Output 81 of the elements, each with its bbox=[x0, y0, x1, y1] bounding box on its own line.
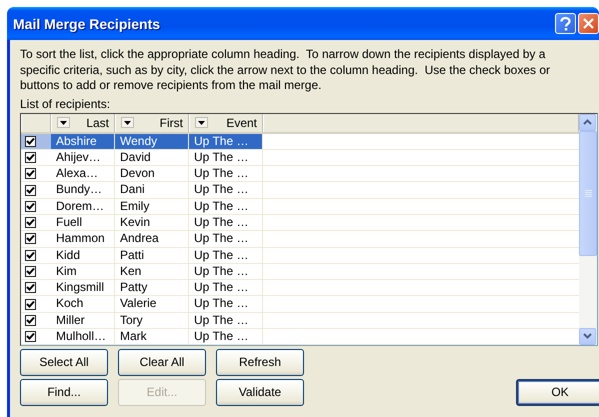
table-cell: Up The … bbox=[189, 231, 263, 247]
column-header[interactable]: First bbox=[115, 114, 189, 132]
column-header[interactable]: Event bbox=[189, 114, 263, 132]
table-cell: Up The … bbox=[189, 166, 263, 182]
filter-dropdown-button[interactable] bbox=[57, 117, 70, 128]
table-cell: David bbox=[115, 150, 189, 166]
checkbox[interactable] bbox=[25, 298, 36, 310]
table-cell: Up The … bbox=[189, 182, 263, 198]
table-cell: Up The … bbox=[189, 134, 263, 149]
window-title: Mail Merge Recipients bbox=[13, 16, 162, 32]
table-cell: Kim bbox=[51, 264, 115, 280]
table-cell: Up The … bbox=[189, 214, 263, 230]
table-cell: Kidd bbox=[51, 248, 115, 263]
caret-icon bbox=[124, 120, 131, 124]
close-button[interactable] bbox=[578, 13, 599, 34]
table-cell: Emily bbox=[115, 198, 189, 214]
table-cell: Bundy… bbox=[51, 182, 115, 198]
table-cell: Ahijev… bbox=[51, 150, 115, 166]
table-cell: Abshire bbox=[51, 134, 115, 149]
checkbox[interactable] bbox=[25, 152, 36, 163]
table-cell: Devon bbox=[115, 166, 189, 182]
checkbox[interactable] bbox=[25, 314, 36, 326]
column-header[interactable]: Last bbox=[51, 114, 115, 132]
table-cell: Up The … bbox=[189, 248, 263, 263]
dialog-button[interactable]: Refresh bbox=[216, 348, 304, 376]
table-cell: Up The … bbox=[189, 329, 263, 344]
table-cell: Mulholl… bbox=[51, 329, 115, 344]
dialog-button[interactable]: Clear All bbox=[118, 348, 206, 376]
checkbox[interactable] bbox=[25, 331, 36, 342]
table-cell: Dorem… bbox=[51, 198, 115, 214]
table-cell: Kingsmill bbox=[51, 280, 115, 296]
checkbox[interactable] bbox=[25, 217, 36, 228]
checkbox[interactable] bbox=[25, 282, 36, 294]
caret-icon bbox=[60, 120, 67, 124]
table-cell: Up The … bbox=[189, 280, 263, 296]
selected-row[interactable]: Abshire Wendy Up The … bbox=[21, 134, 579, 150]
close-icon bbox=[583, 18, 594, 29]
caret-icon bbox=[198, 120, 205, 124]
table-cell: Mark bbox=[115, 329, 189, 344]
ok-button[interactable]: OK bbox=[516, 378, 599, 406]
scrollbar-thumb[interactable] bbox=[579, 130, 597, 256]
checkbox[interactable] bbox=[25, 233, 36, 244]
dialog-button[interactable]: Validate bbox=[216, 378, 304, 406]
checkbox[interactable] bbox=[25, 250, 36, 261]
dialog-button[interactable]: Find... bbox=[20, 378, 108, 406]
list-label: List of recipients: bbox=[20, 96, 112, 110]
table-cell: Up The … bbox=[189, 264, 263, 280]
scroll-down-button[interactable] bbox=[579, 328, 596, 344]
table-cell: Patty bbox=[115, 280, 189, 296]
table-cell: Koch bbox=[51, 296, 115, 312]
table-cell: Andrea bbox=[115, 231, 189, 247]
chevron-down-icon bbox=[583, 333, 592, 339]
checkbox[interactable] bbox=[25, 168, 36, 180]
checkbox[interactable] bbox=[25, 184, 36, 196]
blank-header bbox=[21, 114, 51, 132]
table-cell: Up The … bbox=[189, 296, 263, 312]
scroll-up-button[interactable] bbox=[579, 114, 596, 130]
table-cell: Miller bbox=[51, 312, 115, 328]
dialog-button[interactable]: Select All bbox=[20, 348, 108, 376]
table-cell: Patti bbox=[115, 248, 189, 263]
table-cell: Valerie bbox=[115, 296, 189, 312]
filter-dropdown-button[interactable] bbox=[121, 117, 134, 128]
filter-dropdown-button[interactable] bbox=[195, 117, 208, 128]
table-cell: Alexa… bbox=[51, 166, 115, 182]
table-cell: Kevin bbox=[115, 214, 189, 230]
table-cell: Dani bbox=[115, 182, 189, 198]
table-cell: Wendy bbox=[115, 134, 189, 149]
table-cell: Hammon bbox=[51, 231, 115, 247]
table-cell: Up The … bbox=[189, 198, 263, 214]
table-cell: Fuell bbox=[51, 214, 115, 230]
checkbox[interactable] bbox=[25, 266, 36, 278]
instructions-text: To sort the list, click the appropriate column heading. To narrow down the recipients displayed by a specific criteria, such as by city, click the arrow next to the column heading. Use the check boxes or buttons to add or remove recipients from the mail merge. bbox=[20, 47, 552, 94]
chevron-up-icon bbox=[583, 119, 592, 125]
table-cell: Ken bbox=[115, 264, 189, 280]
table-cell: Tory bbox=[115, 312, 189, 328]
question-mark-icon bbox=[560, 16, 571, 30]
checkbox[interactable] bbox=[25, 136, 36, 147]
checkbox[interactable] bbox=[25, 200, 36, 212]
table-cell: Up The … bbox=[189, 150, 263, 166]
table-cell: Up The … bbox=[189, 312, 263, 328]
help-button[interactable] bbox=[555, 13, 576, 34]
